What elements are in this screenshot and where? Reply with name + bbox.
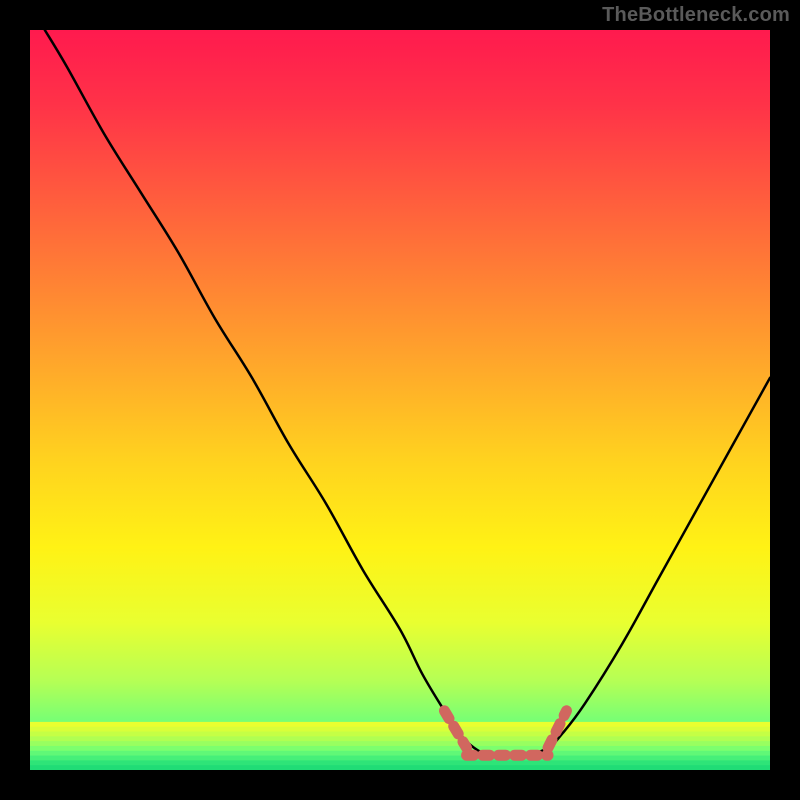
plot-area <box>30 30 770 770</box>
optimal-range-markers <box>444 711 566 755</box>
bottleneck-curve <box>45 30 770 756</box>
optimal-range-left-marker <box>444 711 466 748</box>
watermark-text: TheBottleneck.com <box>602 4 790 27</box>
curve-layer <box>30 30 770 770</box>
optimal-range-right-marker <box>548 711 567 748</box>
chart-frame: TheBottleneck.com <box>0 0 800 800</box>
